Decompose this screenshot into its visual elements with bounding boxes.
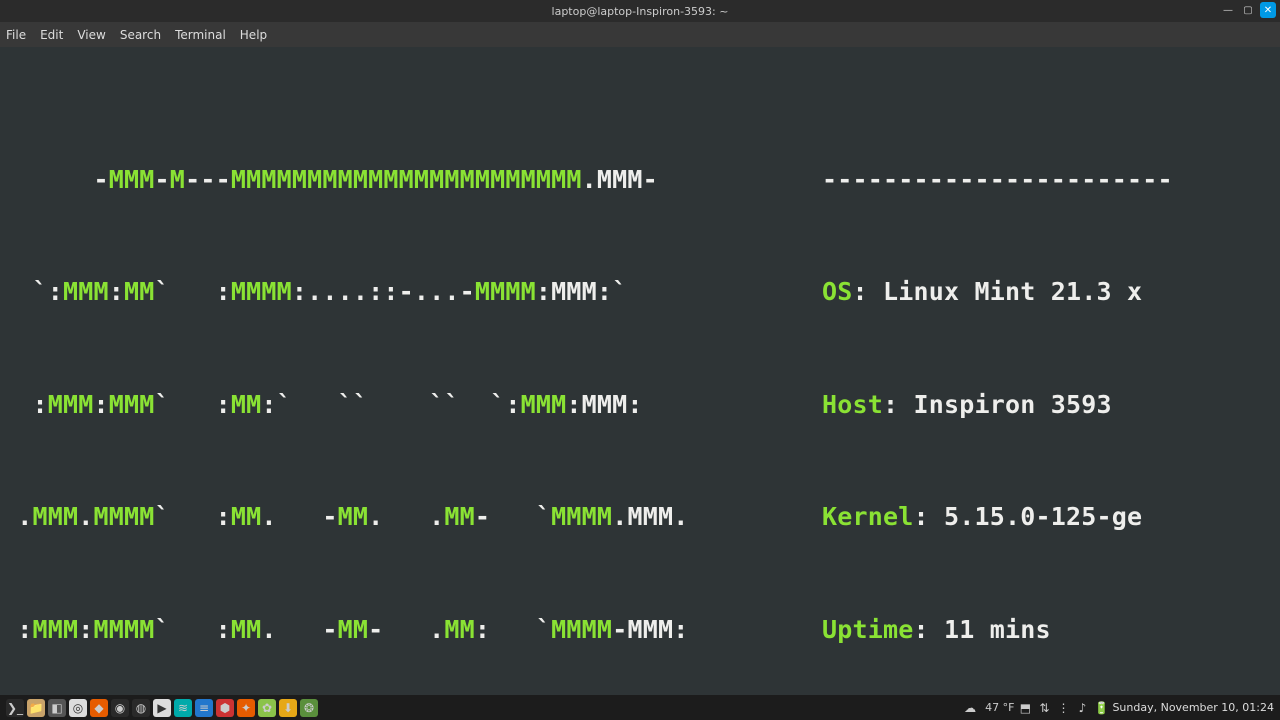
menu-bar: File Edit View Search Terminal Help — [0, 22, 1280, 47]
taskbar-tray: ☁ 47 °F ⬒ ⇅ ⋮ ♪ 🔋 Sunday, November 10, 0… — [962, 700, 1274, 716]
menu-view[interactable]: View — [77, 28, 105, 42]
taskbar-launchers: ❯_ 📁 ◧ ◎ ◆ ◉ ◍ ▶ ≋ ≡ ⬢ ✦ ✿ ⬇ ❂ — [6, 699, 318, 717]
menu-file[interactable]: File — [6, 28, 26, 42]
menu-help[interactable]: Help — [240, 28, 267, 42]
window-close-button[interactable]: ✕ — [1260, 2, 1276, 18]
launcher-play-icon[interactable]: ▶ — [153, 699, 171, 717]
info-separator: ----------------------- — [822, 161, 1278, 199]
tray-icon-3[interactable]: ⋮ — [1055, 700, 1071, 716]
launcher-steam-icon[interactable]: ◍ — [132, 699, 150, 717]
menu-search[interactable]: Search — [120, 28, 161, 42]
tray-clock[interactable]: Sunday, November 10, 01:24 — [1112, 701, 1274, 714]
info-os: OS: Linux Mint 21.3 x — [822, 273, 1278, 311]
launcher-files-icon[interactable]: 📁 — [27, 699, 45, 717]
tray-battery-icon[interactable]: 🔋 — [1093, 700, 1109, 716]
tray-sound-icon[interactable]: ♪ — [1074, 700, 1090, 716]
info-host: Host: Inspiron 3593 — [822, 386, 1278, 424]
launcher-app5-icon[interactable]: ✿ — [258, 699, 276, 717]
terminal-viewport[interactable]: -MMM-M---MMMMMMMMMMMMMMMMMMMMMMM.MMM- --… — [0, 47, 1280, 696]
launcher-wave-icon[interactable]: ≋ — [174, 699, 192, 717]
launcher-obs-icon[interactable]: ◉ — [111, 699, 129, 717]
tray-temperature[interactable]: 47 °F — [985, 701, 1014, 714]
window-minimize-button[interactable]: — — [1220, 2, 1236, 18]
launcher-chrome-icon[interactable]: ◎ — [69, 699, 87, 717]
info-uptime: Uptime: 11 mins — [822, 611, 1278, 649]
menu-terminal[interactable]: Terminal — [175, 28, 226, 42]
launcher-app2-icon[interactable]: ≡ — [195, 699, 213, 717]
tray-network-icon[interactable]: ⇅ — [1036, 700, 1052, 716]
launcher-brave-icon[interactable]: ◆ — [90, 699, 108, 717]
tray-icon-1[interactable]: ⬒ — [1017, 700, 1033, 716]
menu-edit[interactable]: Edit — [40, 28, 63, 42]
launcher-app4-icon[interactable]: ✦ — [237, 699, 255, 717]
taskbar-panel: ❯_ 📁 ◧ ◎ ◆ ◉ ◍ ▶ ≋ ≡ ⬢ ✦ ✿ ⬇ ❂ ☁ 47 °F ⬒… — [0, 695, 1280, 720]
launcher-app3-icon[interactable]: ⬢ — [216, 699, 234, 717]
neofetch-logo: -MMM-M---MMMMMMMMMMMMMMMMMMMMMMM.MMM- — [2, 161, 822, 199]
launcher-app-icon[interactable]: ◧ — [48, 699, 66, 717]
launcher-mint-menu-icon[interactable]: ❂ — [300, 699, 318, 717]
launcher-terminal-icon[interactable]: ❯_ — [6, 699, 24, 717]
launcher-app6-icon[interactable]: ⬇ — [279, 699, 297, 717]
info-kernel: Kernel: 5.15.0-125-ge — [822, 498, 1278, 536]
window-title: laptop@laptop-Inspiron-3593: ~ — [552, 5, 729, 18]
tray-weather-icon[interactable]: ☁ — [962, 700, 978, 716]
window-maximize-button[interactable]: ▢ — [1240, 2, 1256, 18]
window-titlebar: laptop@laptop-Inspiron-3593: ~ — ▢ ✕ — [0, 0, 1280, 22]
